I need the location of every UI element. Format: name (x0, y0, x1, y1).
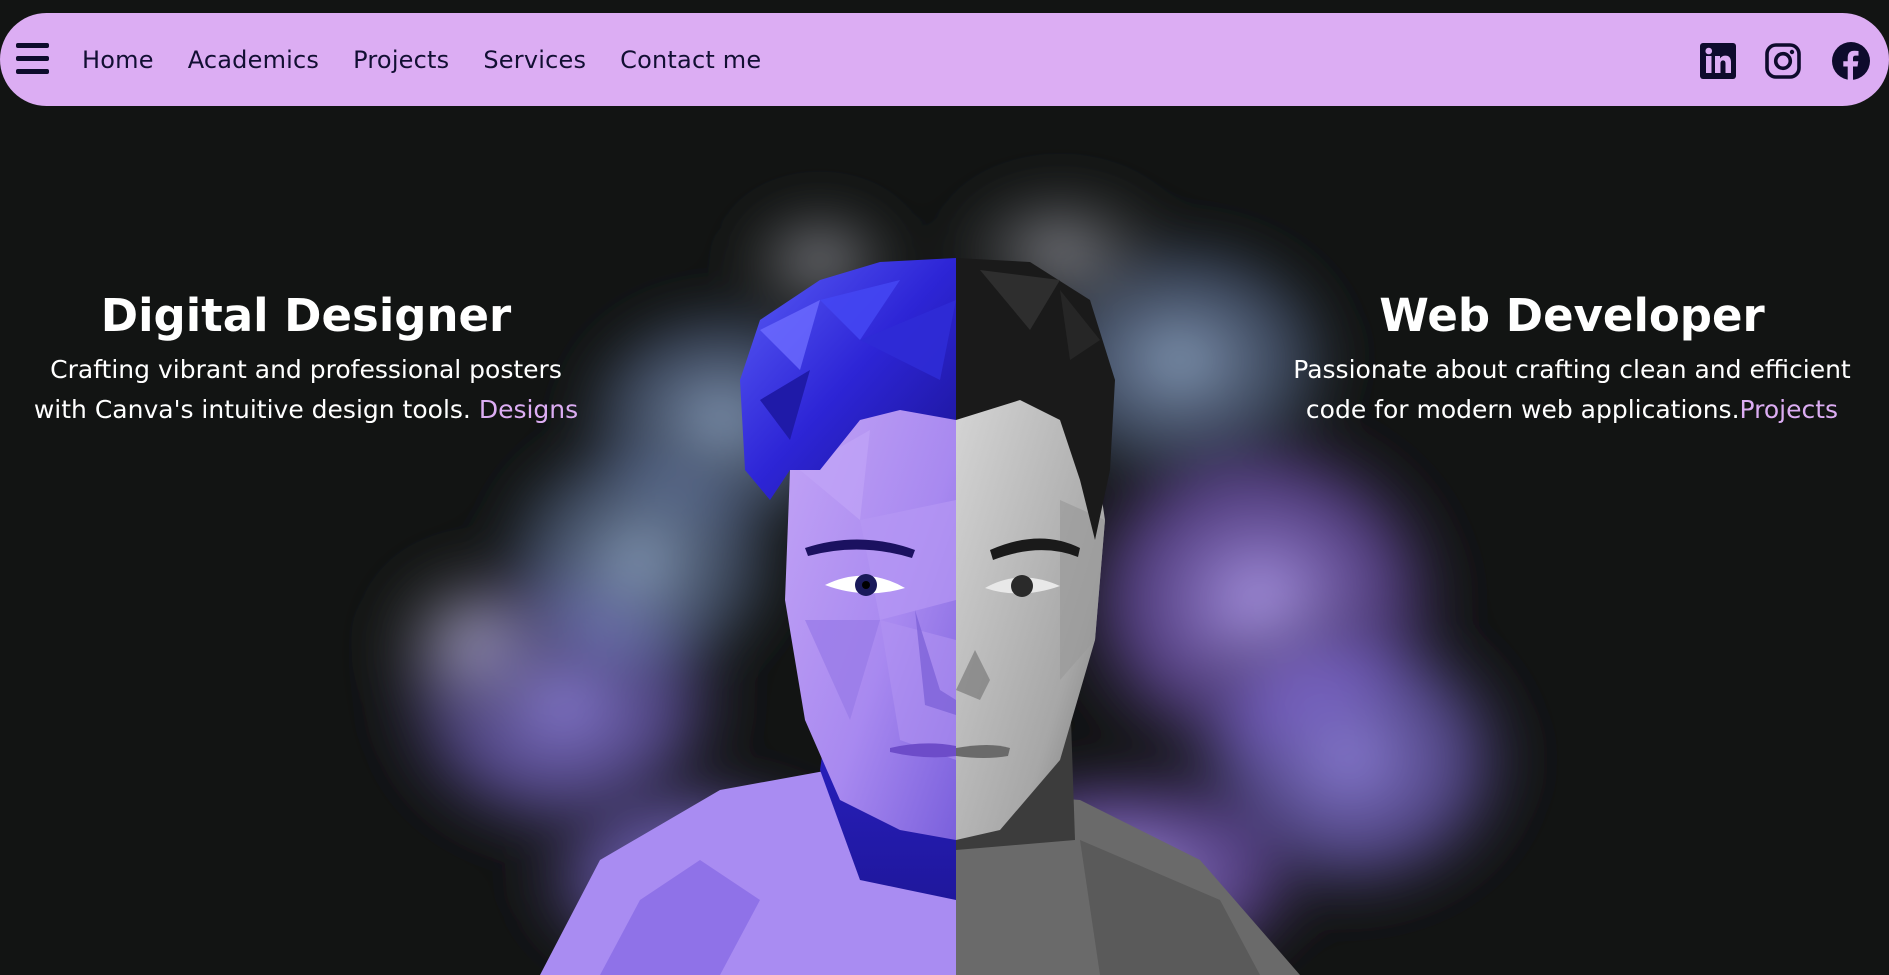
nav-link-services[interactable]: Services (483, 46, 586, 74)
instagram-icon[interactable] (1765, 43, 1801, 79)
hero-description-right-line1: Passionate about crafting clean and effi… (1293, 355, 1851, 384)
hero-description-left-line2-wrapper: with Canva's intuitive design tools. Des… (0, 390, 612, 430)
hero-title-left: Digital Designer (100, 289, 512, 342)
menu-bar-line (16, 69, 49, 74)
hero-description-left-line1: Crafting vibrant and professional poster… (50, 355, 562, 384)
nav-link-contact[interactable]: Contact me (620, 46, 761, 74)
menu-bar-line (16, 43, 49, 48)
hero-portrait-image (350, 160, 1550, 975)
hero-description-left: Crafting vibrant and professional poster… (0, 350, 612, 430)
nav-link-projects[interactable]: Projects (353, 46, 449, 74)
projects-link[interactable]: Projects (1740, 395, 1839, 424)
linkedin-icon[interactable] (1700, 43, 1736, 79)
menu-bar-line (16, 56, 49, 61)
social-links (1689, 13, 1889, 106)
hero-description-right: Passionate about crafting clean and effi… (1262, 350, 1882, 430)
hero-title-right: Web Developer (1379, 289, 1765, 342)
top-navbar: Home Academics Projects Services Contact… (0, 13, 1889, 106)
facebook-icon[interactable] (1831, 41, 1871, 81)
hamburger-menu-icon[interactable] (16, 43, 49, 74)
hero-digital-designer: Digital Designer Crafting vibrant and pr… (0, 282, 612, 430)
hero-web-developer: Web Developer Passionate about crafting … (1262, 282, 1882, 430)
hero-description-right-line2: code for modern web applications. (1305, 395, 1740, 424)
nav-links: Home Academics Projects Services Contact… (82, 13, 795, 106)
hero-description-left-line2: with Canva's intuitive design tools. (33, 395, 471, 424)
designs-link[interactable]: Designs (479, 395, 578, 424)
nav-link-home[interactable]: Home (82, 46, 154, 74)
hero-description-right-line2-wrapper: code for modern web applications.Project… (1262, 390, 1882, 430)
nav-link-academics[interactable]: Academics (188, 46, 319, 74)
